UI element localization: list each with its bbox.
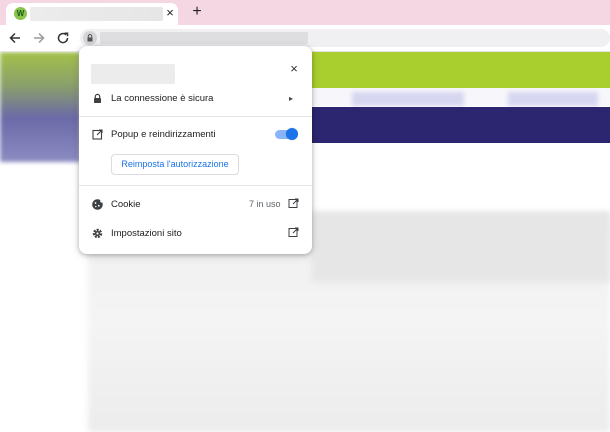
- favicon-letter: W: [16, 9, 25, 18]
- gear-icon: [92, 228, 103, 239]
- reset-permission-button[interactable]: Reimposta l'autorizzazione: [111, 154, 239, 175]
- site-info-popup: × La connessione è sicura ▸ Popup e rein…: [79, 46, 312, 254]
- tab-close-icon[interactable]: ×: [163, 5, 177, 21]
- site-name-redacted: [91, 64, 175, 84]
- lock-icon: [94, 93, 101, 103]
- popup-redirects-label: Popup e reindirizzamenti: [111, 129, 216, 140]
- toggle-knob: [286, 128, 298, 140]
- cookie-row[interactable]: Cookie 7 in uso: [79, 194, 312, 216]
- browser-tab[interactable]: W ×: [6, 3, 178, 25]
- divider: [79, 116, 312, 117]
- new-tab-button[interactable]: +: [189, 3, 205, 21]
- forward-arrow-icon[interactable]: [31, 30, 47, 46]
- chevron-right-icon: ▸: [289, 94, 294, 103]
- tab-strip: W × +: [0, 0, 610, 25]
- cookie-count: 7 in uso: [249, 199, 281, 209]
- cookie-label: Cookie: [111, 199, 141, 210]
- hero-image-blurred: [0, 52, 80, 162]
- site-header-green: [312, 52, 610, 88]
- site-nav-item-blurred: [352, 92, 464, 106]
- site-menu-bar: [312, 107, 610, 143]
- url-redacted: [100, 32, 308, 44]
- tab-title-redacted: [30, 7, 163, 21]
- site-body-blurred: [312, 212, 610, 282]
- divider: [79, 185, 312, 186]
- connection-label: La connessione è sicura: [111, 93, 214, 104]
- open-external-icon[interactable]: [288, 198, 299, 209]
- popup-redirects-row: Popup e reindirizzamenti: [79, 124, 312, 146]
- lock-icon: [87, 34, 93, 42]
- site-settings-row[interactable]: Impostazioni sito: [79, 223, 312, 245]
- cookie-icon: [92, 199, 104, 210]
- external-link-icon: [92, 129, 103, 140]
- address-bar[interactable]: [80, 29, 610, 47]
- popup-redirects-toggle[interactable]: [275, 128, 298, 140]
- open-external-icon[interactable]: [288, 227, 299, 238]
- site-settings-label: Impostazioni sito: [111, 228, 182, 239]
- connection-secure-row[interactable]: La connessione è sicura ▸: [79, 88, 312, 110]
- site-nav-item-blurred: [508, 92, 598, 106]
- popup-close-icon[interactable]: ×: [285, 60, 303, 78]
- site-favicon-icon: W: [14, 7, 27, 20]
- back-arrow-icon[interactable]: [7, 30, 23, 46]
- reload-icon[interactable]: [55, 30, 71, 46]
- site-info-button[interactable]: [83, 31, 97, 45]
